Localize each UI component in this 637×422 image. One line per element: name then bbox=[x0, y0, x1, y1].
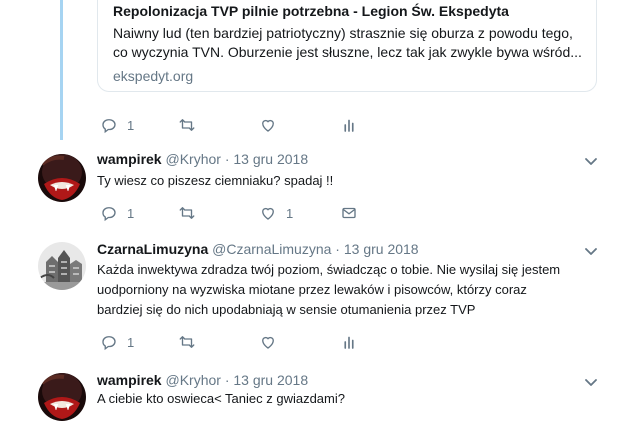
retweet-button[interactable] bbox=[178, 116, 196, 134]
like-button[interactable] bbox=[259, 116, 277, 134]
vampire-avatar-image bbox=[38, 154, 86, 202]
retweet-icon bbox=[179, 336, 195, 348]
like-button[interactable]: 1 bbox=[259, 204, 293, 222]
direct-message-button[interactable] bbox=[340, 204, 358, 222]
display-name[interactable]: wampirek bbox=[97, 151, 162, 167]
card-description-line: co wyczynia TVN. Oburzenie jest słuszne,… bbox=[113, 44, 582, 60]
timestamp[interactable]: 13 gru 2018 bbox=[344, 241, 419, 257]
avatar[interactable] bbox=[38, 154, 86, 202]
reply-button[interactable]: 1 bbox=[100, 116, 134, 134]
user-handle[interactable]: @Kryhor bbox=[165, 372, 220, 388]
analytics-button[interactable] bbox=[340, 116, 358, 134]
tweet-menu-button[interactable] bbox=[583, 153, 599, 169]
display-name[interactable]: CzarnaLimuzyna bbox=[97, 241, 208, 257]
chevron-down-icon bbox=[585, 248, 597, 255]
separator-dot: · bbox=[335, 241, 340, 257]
display-name[interactable]: wampirek bbox=[97, 372, 162, 388]
reply-icon bbox=[102, 336, 116, 351]
like-icon bbox=[262, 119, 274, 132]
reply-icon bbox=[102, 207, 116, 222]
chevron-down-icon bbox=[585, 158, 597, 165]
vampire-avatar-image bbox=[38, 373, 86, 421]
timestamp[interactable]: 13 gru 2018 bbox=[233, 372, 308, 388]
like-button[interactable] bbox=[259, 333, 277, 351]
dm-icon bbox=[342, 207, 356, 219]
card-description: Naiwny lud (ten bardziej patriotyczny) s… bbox=[113, 24, 582, 62]
card-domain: ekspedyt.org bbox=[113, 68, 194, 84]
reply-count: 1 bbox=[127, 117, 135, 133]
thread-line bbox=[60, 0, 63, 140]
separator-dot: · bbox=[224, 151, 230, 167]
reply-count: 1 bbox=[127, 205, 135, 221]
tweet-header: wampirek @Kryhor · 13 gru 2018 bbox=[97, 372, 308, 388]
retweet-icon bbox=[179, 119, 195, 131]
tweet-text-line: uodporniony na wyzwiska miotane przez le… bbox=[97, 282, 527, 297]
reply-button[interactable]: 1 bbox=[100, 333, 134, 351]
user-handle[interactable]: @CzarnaLimuzyna bbox=[212, 241, 331, 257]
analytics-icon bbox=[344, 336, 354, 349]
reply-button[interactable]: 1 bbox=[100, 204, 134, 222]
tweet-text: Ty wiesz co piszesz ciemniaku? spadaj !! bbox=[97, 173, 334, 188]
tweet-text-line: bardziej się do nich upodabniają w sensi… bbox=[97, 302, 476, 317]
like-icon bbox=[262, 336, 274, 349]
avatar[interactable] bbox=[38, 373, 86, 421]
retweet-icon bbox=[179, 207, 195, 219]
tweet-header: CzarnaLimuzyna @CzarnaLimuzyna · 13 gru … bbox=[97, 241, 419, 257]
building-avatar-image bbox=[38, 242, 86, 290]
tweet-menu-button[interactable] bbox=[583, 374, 599, 390]
analytics-button[interactable] bbox=[340, 333, 358, 351]
reply-icon bbox=[102, 119, 116, 134]
retweet-button[interactable] bbox=[178, 204, 196, 222]
retweet-button[interactable] bbox=[178, 333, 196, 351]
user-handle[interactable]: @Kryhor bbox=[165, 151, 220, 167]
reply-count: 1 bbox=[127, 334, 135, 350]
separator-dot: · bbox=[224, 372, 230, 388]
timestamp[interactable]: 13 gru 2018 bbox=[233, 151, 308, 167]
tweet-header: wampirek @Kryhor · 13 gru 2018 bbox=[97, 151, 308, 167]
tweet-menu-button[interactable] bbox=[583, 243, 599, 259]
card-description-line: Naiwny lud (ten bardziej patriotyczny) s… bbox=[113, 25, 573, 41]
like-icon bbox=[262, 207, 274, 220]
link-card[interactable]: Repolonizacja TVP pilnie potrzebna - Leg… bbox=[97, 0, 597, 92]
tweet-text-line: Każda inwektywa zdradza twój poziom, świ… bbox=[97, 262, 561, 277]
tweet-text: Każda inwektywa zdradza twój poziom, świ… bbox=[97, 260, 567, 320]
card-title: Repolonizacja TVP pilnie potrzebna - Leg… bbox=[113, 3, 509, 19]
analytics-icon bbox=[344, 119, 354, 132]
chevron-down-icon bbox=[585, 379, 597, 386]
like-count: 1 bbox=[286, 205, 294, 221]
avatar[interactable] bbox=[38, 242, 86, 290]
tweet-text: A ciebie kto oswieca< Taniec z gwiazdami… bbox=[97, 391, 345, 406]
